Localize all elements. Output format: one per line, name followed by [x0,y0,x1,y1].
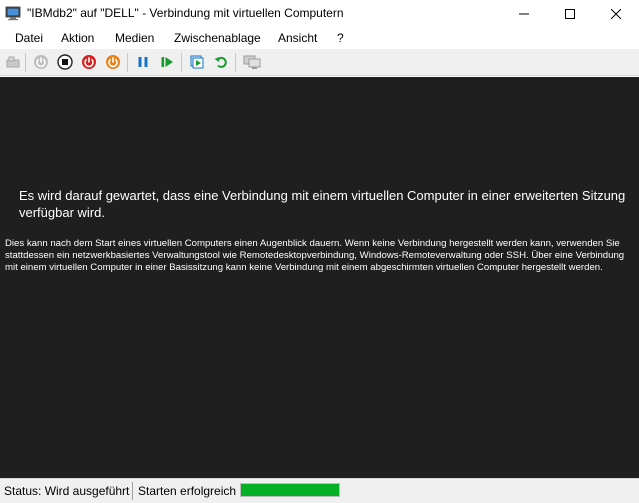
checkpoint-button[interactable] [188,53,206,71]
enhanced-session-button[interactable] [243,53,261,71]
menu-medien[interactable]: Medien [115,31,154,45]
hyper-v-connection-icon [5,5,21,21]
vm-display[interactable]: Es wird darauf gewartet, dass eine Verbi… [0,77,639,478]
progress-fill [241,484,339,496]
title-bar: "IBMdb2" auf "DELL" - Verbindung mit vir… [0,0,639,27]
status-separator [132,482,133,500]
menu-ansicht[interactable]: Ansicht [278,31,317,45]
operation-status: Starten erfolgreich [138,484,237,498]
menu-help[interactable]: ? [337,31,344,45]
save-state-button[interactable] [104,53,122,71]
toolbar-separator [127,53,128,72]
progress-bar [240,483,340,497]
checkpoint-icon [190,55,204,69]
toolbar-separator [181,53,182,72]
shut-down-button[interactable] [80,53,98,71]
resume-button[interactable] [158,53,176,71]
menu-bar: Datei Aktion Medien Zwischenablage Ansic… [0,27,639,49]
save-state-icon [106,55,120,69]
status-bar: Status: Wird ausgeführt Starten erfolgre… [0,478,639,503]
detail-message: Dies kann nach dem Start eines virtuelle… [5,238,625,273]
toolbar [0,49,639,76]
vm-status: Status: Wird ausgeführt [4,484,130,498]
minimize-icon [519,13,529,14]
minimize-button[interactable] [501,0,547,27]
toolbar-separator [235,53,236,72]
resume-icon [161,57,173,67]
maximize-icon [565,8,575,19]
start-button[interactable] [32,53,50,71]
close-icon [611,8,621,19]
shut-down-icon [82,55,96,69]
maximize-button[interactable] [547,0,593,27]
window-title: "IBMdb2" auf "DELL" - Verbindung mit vir… [27,6,344,20]
waiting-message: Es wird darauf gewartet, dass eine Verbi… [19,188,626,220]
turn-off-icon [57,54,73,70]
revert-button[interactable] [212,53,230,71]
toolbar-separator [25,53,26,72]
revert-icon [214,56,227,68]
menu-datei[interactable]: Datei [15,31,43,45]
enhanced-session-icon [243,55,261,69]
menu-aktion[interactable]: Aktion [61,31,94,45]
turn-off-button[interactable] [56,53,74,71]
start-icon [34,55,48,69]
pause-button[interactable] [134,53,152,71]
menu-zwischenablage[interactable]: Zwischenablage [174,31,261,45]
ctrl-alt-del-button[interactable] [4,53,22,71]
ctrl-alt-del-icon [6,56,20,68]
pause-icon [138,57,148,67]
close-button[interactable] [593,0,639,27]
